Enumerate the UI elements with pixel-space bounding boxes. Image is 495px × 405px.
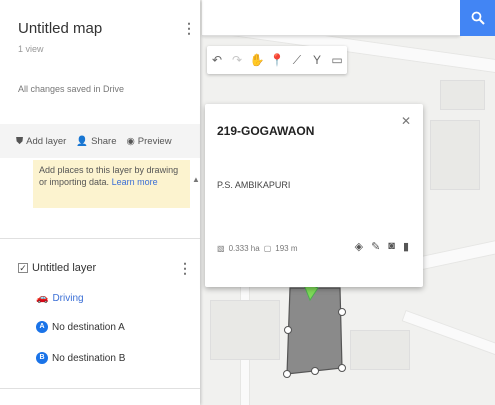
draw-line-icon[interactable]: ⟋: [287, 46, 307, 74]
redo-icon[interactable]: ↷: [227, 46, 247, 74]
undo-icon[interactable]: ↶: [207, 46, 227, 74]
destination-a-label: No destination A: [52, 321, 125, 333]
camera-icon[interactable]: ◙: [388, 240, 395, 253]
map-toolbar: ↶ ↷ ✋ 📍 ⟋ Y ▭: [207, 46, 347, 74]
edit-icon[interactable]: ✎: [371, 240, 380, 253]
card-actions: ◈ ✎ ◙ ▮: [355, 240, 409, 253]
feature-info-card: 219-GOGAWAON ✕ P.S. AMBIKAPURI ▧ 0.333 h…: [205, 104, 423, 287]
driving-mode[interactable]: 🚗 Driving: [36, 293, 84, 304]
map-menu-icon[interactable]: ⋮: [182, 20, 196, 36]
layer-visibility-checkbox[interactable]: ✓: [18, 263, 28, 273]
app-root: ↶ ↷ ✋ 📍 ⟋ Y ▭ Untitled map 1 view ⋮ All …: [0, 0, 495, 405]
divider: [0, 388, 200, 389]
map-title[interactable]: Untitled map: [18, 20, 102, 37]
feature-description: P.S. AMBIKAPURI: [217, 180, 291, 190]
share-label: Share: [91, 135, 117, 147]
perimeter-icon: ▢: [263, 244, 272, 253]
map-block: [440, 80, 485, 110]
search-icon: [471, 11, 485, 25]
feature-measurements: ▧ 0.333 ha ▢ 193 m: [217, 244, 298, 253]
destination-b-marker: B: [36, 352, 48, 364]
add-layer-button[interactable]: ⛊ Add layer: [16, 136, 66, 147]
ruler-icon[interactable]: ▭: [327, 46, 347, 74]
area-icon: ▧: [217, 244, 225, 253]
directions-icon[interactable]: Y: [307, 46, 327, 74]
map-block: [430, 120, 480, 190]
search-button[interactable]: [460, 0, 495, 36]
perimeter-value: 193 m: [275, 244, 298, 253]
layer-actions: ⛊ Add layer 👤 Share ◉ Preview: [0, 124, 200, 158]
driving-label: Driving: [52, 293, 84, 304]
feature-title: 219-GOGAWAON: [217, 124, 315, 138]
layer-header[interactable]: ✓ Untitled layer: [18, 262, 96, 274]
layer-title[interactable]: Untitled layer: [32, 262, 96, 274]
add-layer-label: Add layer: [26, 135, 67, 147]
preview-icon: ◉: [126, 135, 135, 147]
destination-a[interactable]: A No destination A: [36, 321, 125, 333]
preview-button[interactable]: ◉ Preview: [126, 136, 171, 147]
hand-icon[interactable]: ✋: [247, 46, 267, 74]
search-input[interactable]: [202, 0, 460, 36]
car-icon: 🚗: [36, 293, 49, 304]
style-icon[interactable]: ◈: [355, 240, 363, 253]
add-layer-icon: ⛊: [16, 135, 24, 147]
layer-menu-icon[interactable]: ⋮: [178, 260, 192, 276]
map-road: [401, 309, 495, 363]
learn-more-link[interactable]: Learn more: [112, 177, 158, 187]
area-value: 0.333 ha: [228, 244, 260, 253]
save-status: All changes saved in Drive: [18, 84, 125, 94]
close-icon[interactable]: ✕: [401, 114, 411, 128]
divider: [0, 238, 200, 239]
share-icon: 👤: [76, 135, 89, 147]
preview-label: Preview: [137, 135, 172, 147]
marker-icon[interactable]: 📍: [267, 46, 287, 74]
view-count: 1 view: [18, 44, 44, 54]
map-block: [210, 300, 280, 360]
delete-icon[interactable]: ▮: [403, 240, 409, 253]
destination-a-marker: A: [36, 321, 48, 333]
share-button[interactable]: 👤 Share: [76, 136, 116, 147]
layer-hint: Add places to this layer by drawing or i…: [33, 160, 190, 208]
destination-b-label: No destination B: [52, 352, 126, 364]
destination-b[interactable]: B No destination B: [36, 352, 125, 364]
collapse-arrow-icon[interactable]: ▲: [190, 172, 202, 188]
layers-panel: Untitled map 1 view ⋮ All changes saved …: [0, 0, 200, 405]
